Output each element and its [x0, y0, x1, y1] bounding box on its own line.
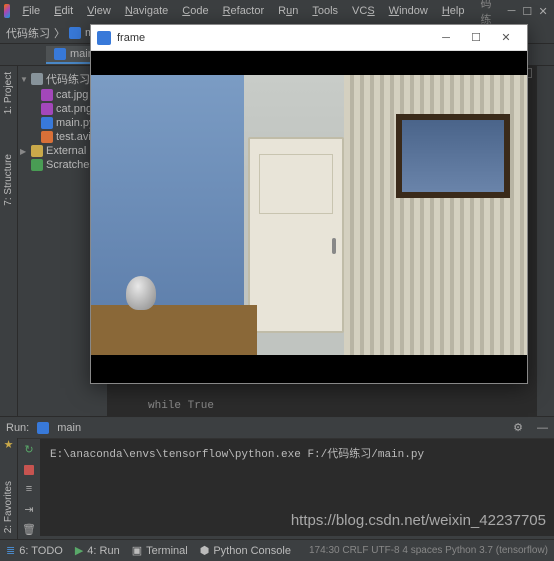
- menu-code[interactable]: Code: [176, 3, 214, 19]
- export-icon[interactable]: ⇥: [22, 502, 36, 516]
- menu-view[interactable]: View: [81, 3, 117, 19]
- menu-edit[interactable]: Edit: [48, 3, 79, 19]
- python-file-icon: [69, 27, 81, 39]
- folder-icon: [31, 73, 43, 85]
- pycharm-logo-icon: [4, 4, 10, 18]
- run-tool-header: Run: main ⚙ —: [0, 416, 554, 438]
- scratches-icon: [31, 159, 43, 171]
- frame-titlebar[interactable]: frame ─ ☐ ✕: [91, 25, 527, 51]
- close-icon[interactable]: ✕: [491, 31, 521, 44]
- stop-icon[interactable]: [22, 463, 36, 477]
- python-file-icon: [37, 422, 49, 434]
- hide-icon[interactable]: —: [537, 422, 548, 434]
- menu-refactor[interactable]: Refactor: [217, 3, 271, 19]
- library-icon: [31, 145, 43, 157]
- window-icon: [97, 31, 111, 45]
- console-toolbar: ↻ ≡ ⇥ 🗑: [18, 439, 40, 536]
- menu-vcs[interactable]: VCS: [346, 3, 381, 19]
- menu-run[interactable]: Run: [272, 3, 304, 19]
- close-icon[interactable]: ✕: [536, 1, 550, 21]
- maximize-icon[interactable]: ☐: [461, 31, 491, 44]
- gear-icon[interactable]: ⚙: [513, 421, 523, 434]
- python-file-icon: [41, 117, 53, 129]
- frame-content: [91, 51, 527, 383]
- python-file-icon: [54, 48, 66, 60]
- rerun-icon[interactable]: ↻: [22, 443, 36, 457]
- menu-window[interactable]: Window: [383, 3, 434, 19]
- minimize-icon[interactable]: ─: [431, 32, 461, 44]
- tool-favorites[interactable]: 2: Favorites: [3, 481, 14, 533]
- menu-file[interactable]: File: [16, 3, 46, 19]
- tool-project[interactable]: 1: Project: [3, 72, 14, 114]
- code-line: while True: [148, 400, 214, 412]
- down-icon[interactable]: ≡: [22, 483, 36, 497]
- run-label: Run:: [6, 422, 29, 434]
- menu-bar: File Edit View Navigate Code Refactor Ru…: [0, 0, 554, 22]
- left-tool-strip-lower: 2: Favorites ★: [0, 438, 18, 539]
- opencv-frame-window: frame ─ ☐ ✕: [90, 24, 528, 384]
- tool-structure[interactable]: 7: Structure: [3, 154, 14, 206]
- webcam-image: [91, 75, 527, 355]
- menu-navigate[interactable]: Navigate: [119, 3, 174, 19]
- trash-icon[interactable]: 🗑: [22, 522, 36, 536]
- run-config-name[interactable]: main: [57, 422, 81, 434]
- maximize-icon[interactable]: ☐: [520, 1, 534, 21]
- menu-tools[interactable]: Tools: [306, 3, 344, 19]
- left-tool-strip: 1: Project 7: Structure: [0, 66, 18, 416]
- image-file-icon: [41, 89, 53, 101]
- video-file-icon: [41, 131, 53, 143]
- minimize-icon[interactable]: ─: [505, 1, 519, 21]
- status-bar: ≣6: TODO ▶4: Run ▣Terminal ⬢Python Conso…: [0, 539, 554, 561]
- breadcrumb-project[interactable]: 代码练习: [6, 25, 50, 41]
- watermark: https://blog.csdn.net/weixin_42237705: [291, 512, 546, 529]
- frame-title: frame: [117, 32, 431, 44]
- image-file-icon: [41, 103, 53, 115]
- star-icon: ★: [4, 438, 14, 451]
- menu-help[interactable]: Help: [436, 3, 471, 19]
- right-tool-strip: [536, 66, 554, 416]
